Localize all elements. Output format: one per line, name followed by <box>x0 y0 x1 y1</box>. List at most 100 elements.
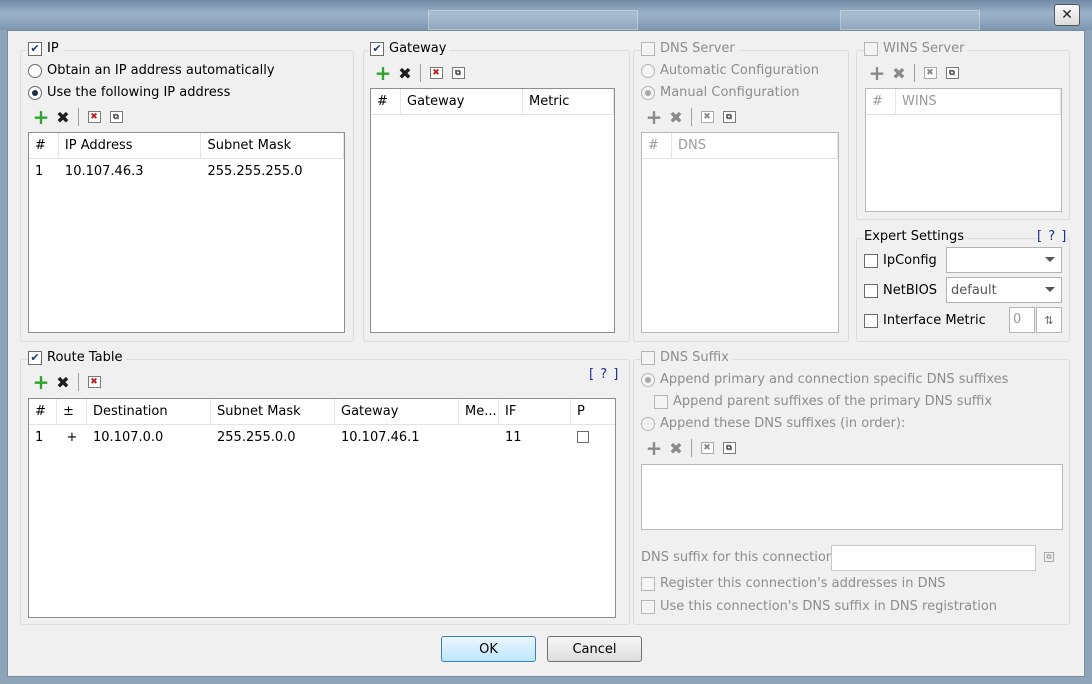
route-table[interactable]: # ± Destination Subnet Mask Gateway Me..… <box>28 398 616 618</box>
route-toolbar: + ✖ ✖ <box>30 370 105 394</box>
column-header[interactable]: Me... <box>459 399 499 424</box>
dns-suffix-title: DNS Suffix <box>660 350 729 365</box>
column-header[interactable]: Subnet Mask <box>201 133 344 158</box>
column-header[interactable]: # <box>29 399 57 424</box>
suffix-these-radio[interactable] <box>641 416 655 431</box>
dns-server-table[interactable]: # DNS <box>641 132 839 333</box>
table-row[interactable]: 1 + 10.107.0.0 255.255.0.0 10.107.46.1 1… <box>29 425 615 449</box>
ip-enable-checkbox[interactable]: ✔ <box>28 41 42 56</box>
route-help-link[interactable]: [ ? ] <box>589 367 619 382</box>
persistent-cell[interactable] <box>571 425 613 449</box>
copy-icon[interactable]: ⧉ <box>1044 552 1054 562</box>
metric-spinner-icon[interactable]: ⇅ <box>1036 307 1062 333</box>
ip-address-table[interactable]: # IP Address Subnet Mask 1 10.107.46.3 2… <box>28 132 345 333</box>
table-row[interactable]: 1 10.107.46.3 255.255.255.0 <box>29 159 344 183</box>
expert-help-link[interactable]: [ ? ] <box>1037 229 1068 244</box>
ipconfig-label: IpConfig <box>883 253 937 268</box>
interface-metric-input[interactable]: 0 <box>1009 307 1035 333</box>
delete-gateway-x-icon[interactable]: ✖ <box>394 63 416 83</box>
toolbar-separator <box>78 373 79 391</box>
dns-manual-radio[interactable] <box>641 85 655 100</box>
delete-dns-x-icon[interactable]: ✖ <box>665 107 687 127</box>
ip-auto-option[interactable]: Obtain an IP address automatically <box>28 63 275 78</box>
register-addresses-checkbox[interactable] <box>641 576 655 591</box>
wins-enable-checkbox[interactable] <box>864 41 878 56</box>
add-dns-plus-icon[interactable]: + <box>643 105 665 129</box>
dns-manual-option[interactable]: Manual Configuration <box>641 85 800 100</box>
dns-suffix-enable-checkbox[interactable] <box>641 350 655 365</box>
ipconfig-option[interactable]: IpConfig <box>864 253 937 268</box>
dns-auto-option[interactable]: Automatic Configuration <box>641 63 819 78</box>
clear-wins-list-icon[interactable]: ✖ <box>919 63 941 83</box>
delete-ip-x-icon[interactable]: ✖ <box>52 107 74 127</box>
suffix-parent-option[interactable]: Append parent suffixes of the primary DN… <box>654 394 992 409</box>
copy-dns-icon[interactable]: ⧉ <box>718 107 740 127</box>
column-header[interactable]: ± <box>57 399 87 424</box>
copy-wins-icon[interactable]: ⧉ <box>941 63 963 83</box>
connection-suffix-input[interactable] <box>831 545 1036 571</box>
column-header[interactable]: P <box>571 399 613 424</box>
dns-auto-label: Automatic Configuration <box>660 63 819 78</box>
route-table-enable-checkbox[interactable]: ✔ <box>28 350 42 365</box>
ip-auto-radio[interactable] <box>28 63 42 78</box>
add-wins-plus-icon[interactable]: + <box>866 61 888 85</box>
column-header[interactable]: # <box>29 133 59 158</box>
gateway-table[interactable]: # Gateway Metric <box>370 88 615 333</box>
wins-table[interactable]: # WINS <box>865 88 1062 212</box>
suffix-primary-option[interactable]: Append primary and connection specific D… <box>641 372 1008 387</box>
delete-wins-x-icon[interactable]: ✖ <box>888 63 910 83</box>
interface-metric-option[interactable]: Interface Metric <box>864 313 986 328</box>
add-ip-plus-icon[interactable]: + <box>30 105 52 129</box>
clear-suffix-list-icon[interactable]: ✖ <box>696 438 718 458</box>
copy-ip-icon[interactable]: ⧉ <box>105 107 127 127</box>
suffix-parent-checkbox[interactable] <box>654 394 668 409</box>
copy-suffix-icon[interactable]: ⧉ <box>718 438 740 458</box>
column-header[interactable]: # <box>371 89 401 114</box>
suffix-these-option[interactable]: Append these DNS suffixes (in order): <box>641 416 905 431</box>
ip-manual-radio[interactable] <box>28 85 42 100</box>
close-button[interactable]: ✕ <box>1054 4 1080 26</box>
connection-suffix-label: DNS suffix for this connection: <box>641 550 839 565</box>
netbios-checkbox[interactable] <box>864 283 878 298</box>
delete-suffix-x-icon[interactable]: ✖ <box>665 438 687 458</box>
column-header[interactable]: Gateway <box>335 399 459 424</box>
column-header[interactable]: Metric <box>523 89 614 114</box>
copy-gateway-icon[interactable]: ⧉ <box>447 63 469 83</box>
clear-route-list-icon[interactable]: ✖ <box>83 372 105 392</box>
column-header[interactable]: Subnet Mask <box>211 399 335 424</box>
add-route-plus-icon[interactable]: + <box>30 370 52 394</box>
add-gateway-plus-icon[interactable]: + <box>372 61 394 85</box>
netbios-option[interactable]: NetBIOS <box>864 283 937 298</box>
column-header[interactable]: Gateway <box>401 89 523 114</box>
register-addresses-option[interactable]: Register this connection's addresses in … <box>641 576 946 591</box>
column-header[interactable]: Destination <box>87 399 211 424</box>
use-suffix-checkbox[interactable] <box>641 599 655 614</box>
ok-button[interactable]: OK <box>441 636 536 662</box>
dns-server-enable-checkbox[interactable] <box>641 41 655 56</box>
column-header[interactable]: IP Address <box>59 133 202 158</box>
dns-auto-radio[interactable] <box>641 63 655 78</box>
column-header[interactable]: # <box>642 133 672 158</box>
column-header[interactable]: # <box>866 89 896 114</box>
persistent-checkbox[interactable] <box>577 431 589 443</box>
gateway-enable-checkbox[interactable]: ✔ <box>370 41 384 56</box>
clear-gateway-list-icon[interactable]: ✖ <box>425 63 447 83</box>
netbios-dropdown[interactable]: default <box>946 277 1062 303</box>
ip-group-title: IP <box>47 41 59 56</box>
use-suffix-option[interactable]: Use this connection's DNS suffix in DNS … <box>641 599 997 614</box>
column-header[interactable]: DNS <box>672 133 838 158</box>
cancel-button[interactable]: Cancel <box>547 636 642 662</box>
column-header[interactable]: WINS <box>896 89 1061 114</box>
column-header[interactable]: IF <box>499 399 571 424</box>
interface-metric-checkbox[interactable] <box>864 313 878 328</box>
ipconfig-checkbox[interactable] <box>864 253 878 268</box>
dns-suffix-list[interactable] <box>641 464 1063 530</box>
clear-ip-list-icon[interactable]: ✖ <box>83 107 105 127</box>
delete-route-x-icon[interactable]: ✖ <box>52 372 74 392</box>
ip-manual-option[interactable]: Use the following IP address <box>28 85 230 100</box>
table-cell: + <box>66 429 78 445</box>
ipconfig-dropdown[interactable] <box>946 247 1062 273</box>
suffix-primary-radio[interactable] <box>641 372 655 387</box>
add-suffix-plus-icon[interactable]: + <box>643 436 665 460</box>
clear-dns-list-icon[interactable]: ✖ <box>696 107 718 127</box>
